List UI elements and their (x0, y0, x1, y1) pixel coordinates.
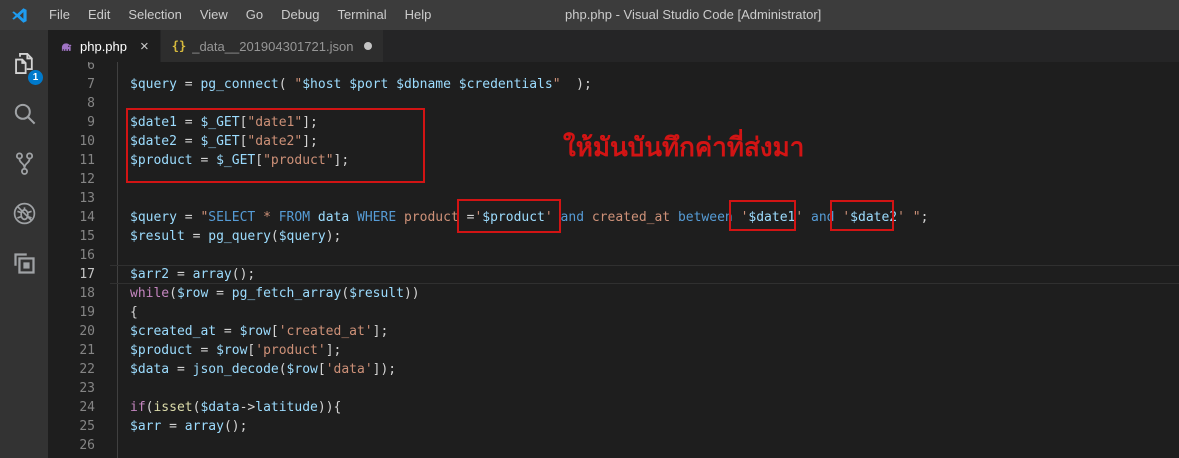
line-code: while($row = pg_fetch_array($result)) (130, 286, 420, 301)
line-number: 13 (79, 191, 95, 206)
line-number: 22 (79, 362, 95, 377)
tab-_data__201904301721.json[interactable]: {} _data__201904301721.json (159, 30, 384, 62)
code-line-23[interactable]: 23 (48, 379, 1179, 398)
line-code: $query = pg_connect( "$host $port $dbnam… (130, 77, 592, 92)
code-line-19[interactable]: 19 { (48, 303, 1179, 322)
menu-selection[interactable]: Selection (119, 0, 190, 30)
title-bar: File Edit Selection View Go Debug Terminal Help… (0, 0, 1179, 30)
line-code: $product = $row['product']; (130, 343, 342, 358)
php-icon (59, 39, 74, 54)
menu-edit[interactable]: Edit (79, 0, 119, 30)
line-number: 11 (79, 153, 95, 168)
line-number: 23 (79, 381, 95, 396)
line-number: 17 (79, 267, 95, 282)
line-number: 10 (79, 134, 95, 149)
line-number: 26 (79, 438, 95, 453)
code-line-13[interactable]: 13 (48, 189, 1179, 208)
code-editor[interactable]: 6 7 $query = pg_connect( "$host $port $dbn… (48, 62, 1179, 458)
source-control-icon[interactable] (0, 138, 48, 188)
code-line-11[interactable]: 11 $product = $_GET["product"]; (48, 151, 1179, 170)
menu-terminal[interactable]: Terminal (328, 0, 395, 30)
current-line-highlight (110, 265, 1179, 284)
line-code: $arr = array(); (130, 419, 248, 434)
code-line-21[interactable]: 21 $product = $row['product']; (48, 341, 1179, 360)
code-line-22[interactable]: 22 $data = json_decode($row['data']); (48, 360, 1179, 379)
code-line-20[interactable]: 20 $created_at = $row['created_at']; (48, 322, 1179, 341)
menu-debug[interactable]: Debug (272, 0, 328, 30)
line-number: 12 (79, 172, 95, 187)
line-number: 21 (79, 343, 95, 358)
line-number: 24 (79, 400, 95, 415)
code-lines: 6 7 $query = pg_connect( "$host $port $dbn… (48, 62, 1179, 455)
line-code: if(isset($data->latitude)){ (130, 400, 342, 415)
code-line-7[interactable]: 7 $query = pg_connect( "$host $port $dbna… (48, 75, 1179, 94)
extensions-icon[interactable] (0, 238, 48, 288)
json-icon: {} (171, 39, 187, 53)
code-line-18[interactable]: 18 while($row = pg_fetch_array($result)) (48, 284, 1179, 303)
menu-view[interactable]: View (191, 0, 237, 30)
line-code: $data = json_decode($row['data']); (130, 362, 397, 377)
line-code: { (130, 305, 138, 320)
menu-help[interactable]: Help (396, 0, 441, 30)
code-line-26[interactable]: 26 (48, 436, 1179, 455)
line-number: 18 (79, 286, 95, 301)
line-number: 25 (79, 419, 95, 434)
files-icon[interactable]: 1 (0, 38, 48, 88)
activity-bar: 1 (0, 30, 48, 458)
line-number: 15 (79, 229, 95, 244)
line-number: 6 (87, 62, 95, 73)
line-code: $query = "SELECT * FROM data WHERE produ… (130, 210, 929, 225)
tab-label: _data__201904301721.json (192, 38, 354, 54)
line-number: 16 (79, 248, 95, 263)
line-code: $result = pg_query($query); (130, 229, 342, 244)
code-line-8[interactable]: 8 (48, 94, 1179, 113)
code-line-10[interactable]: 10 $date2 = $_GET["date2"]; (48, 132, 1179, 151)
code-line-17[interactable]: 17 $arr2 = array(); (48, 265, 1179, 284)
code-line-16[interactable]: 16 (48, 246, 1179, 265)
line-number: 8 (87, 96, 95, 111)
code-line-9[interactable]: 9 $date1 = $_GET["date1"]; (48, 113, 1179, 132)
line-number: 9 (87, 115, 95, 130)
line-code: $product = $_GET["product"]; (130, 153, 350, 168)
line-number: 7 (87, 77, 95, 92)
close-icon[interactable]: × (140, 39, 149, 54)
code-line-25[interactable]: 25 $arr = array(); (48, 417, 1179, 436)
menu-bar: File Edit Selection View Go Debug Terminal Help (40, 0, 440, 30)
window-title: php.php - Visual Studio Code [Administra… (565, 7, 822, 22)
code-line-14[interactable]: 14 $query = "SELECT * FROM data WHERE pro… (48, 208, 1179, 227)
modified-dot-icon[interactable] (364, 42, 373, 50)
menu-go[interactable]: Go (237, 0, 272, 30)
debug-icon[interactable] (0, 188, 48, 238)
menu-file[interactable]: File (40, 0, 79, 30)
code-line-6[interactable]: 6 (48, 62, 1179, 75)
line-code: $created_at = $row['created_at']; (130, 324, 389, 339)
line-number: 20 (79, 324, 95, 339)
code-line-24[interactable]: 24 if(isset($data->latitude)){ (48, 398, 1179, 417)
tab-label: php.php (80, 38, 127, 54)
vscode-logo-icon (12, 7, 27, 23)
tab-bar: php.php × {} _data__201904301721.json (48, 30, 1179, 62)
line-number: 19 (79, 305, 95, 320)
line-code: $arr2 = array(); (130, 267, 256, 282)
line-code: $date2 = $_GET["date2"]; (130, 134, 318, 149)
tab-php.php[interactable]: php.php × (48, 30, 160, 62)
code-line-12[interactable]: 12 (48, 170, 1179, 189)
search-icon[interactable] (0, 88, 48, 138)
badge: 1 (28, 70, 43, 85)
line-number: 14 (79, 210, 95, 225)
code-line-15[interactable]: 15 $result = pg_query($query); (48, 227, 1179, 246)
line-code: $date1 = $_GET["date1"]; (130, 115, 318, 130)
